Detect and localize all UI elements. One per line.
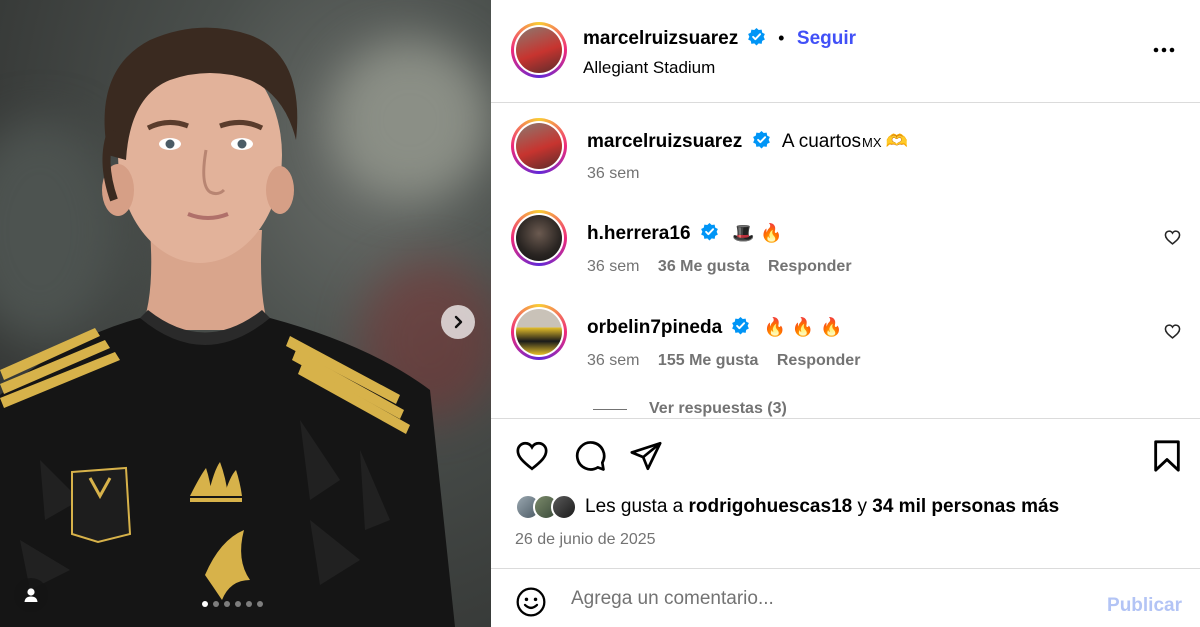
replies-divider-line: [593, 408, 627, 410]
comment-avatar[interactable]: [511, 304, 567, 360]
carousel-dot: [257, 601, 263, 607]
caption-text: A cuartos: [781, 131, 862, 152]
verified-badge-icon: [752, 130, 770, 149]
comment-likes[interactable]: 155 Me gusta: [658, 352, 758, 369]
post-date[interactable]: 26 de junio de 2025: [515, 531, 656, 549]
author-username[interactable]: marcelruizsuarez: [583, 28, 738, 49]
liker-avatar: [551, 494, 577, 520]
separator-dot: •: [778, 28, 785, 48]
heart-hands-emoji: 🫶: [885, 131, 908, 152]
likes-prefix: Les gusta a: [585, 496, 684, 517]
comment-likes[interactable]: 36 Me gusta: [658, 258, 750, 275]
post-location[interactable]: Allegiant Stadium: [583, 58, 715, 78]
comment-username[interactable]: h.herrera16: [587, 223, 691, 244]
emoji-smiley-icon[interactable]: [515, 586, 547, 618]
likes-others[interactable]: 34 mil personas más: [872, 496, 1059, 518]
carousel-dot: [246, 601, 252, 607]
caption-time[interactable]: 36 sem: [587, 165, 639, 182]
player-illustration: [0, 27, 455, 627]
carousel-dot: [213, 601, 219, 607]
caption-username[interactable]: marcelruizsuarez: [587, 131, 742, 152]
comment-username[interactable]: orbelin7pineda: [587, 317, 722, 338]
bookmark-icon[interactable]: [1151, 439, 1183, 473]
caption-meta: 36 sem: [587, 165, 639, 183]
reply-button[interactable]: Responder: [777, 352, 861, 369]
heart-icon[interactable]: [1164, 229, 1181, 246]
comment-emojis: 🎩 🔥: [732, 223, 783, 244]
post-details-panel: marcelruizsuarez • Seguir Allegiant Stad…: [491, 0, 1200, 627]
carousel-dot: [235, 601, 241, 607]
comment-text-line: orbelin7pineda 🔥 🔥 🔥: [587, 316, 842, 339]
reply-button[interactable]: Responder: [768, 258, 852, 275]
liker-username[interactable]: rodrigohuescas18: [689, 496, 853, 518]
author-avatar[interactable]: [511, 22, 567, 78]
author-row: marcelruizsuarez • Seguir: [583, 27, 856, 50]
comment-bubble-icon[interactable]: [573, 439, 607, 473]
comment-meta: 36 sem 36 Me gusta Responder: [587, 258, 852, 276]
post-header: marcelruizsuarez • Seguir Allegiant Stad…: [491, 0, 1200, 103]
share-paper-plane-icon[interactable]: [629, 439, 663, 473]
user-tag-icon: [24, 588, 38, 602]
caption-text-line: marcelruizsuarez A cuartosMX 🫶: [587, 130, 908, 153]
tagged-users-button[interactable]: [14, 578, 48, 612]
view-replies-label: Ver respuestas (3): [649, 400, 787, 417]
heart-icon[interactable]: [1164, 323, 1181, 340]
comment-avatar[interactable]: [511, 210, 567, 266]
caption-item: marcelruizsuarez A cuartosMX 🫶 36 sem: [511, 118, 1181, 198]
comment-time[interactable]: 36 sem: [587, 258, 639, 275]
mexico-flag-label: MX: [862, 135, 882, 150]
comment-emojis: 🔥 🔥 🔥: [763, 317, 843, 338]
comment-meta: 36 sem 155 Me gusta Responder: [587, 352, 860, 370]
post-actions: Les gusta a rodrigohuescas18 y 34 mil pe…: [491, 418, 1200, 568]
likes-summary[interactable]: Les gusta a rodrigohuescas18 y 34 mil pe…: [515, 494, 1059, 520]
comment-item: h.herrera16 🎩 🔥 36 sem 36 Me gusta Respo…: [511, 210, 1181, 290]
likes-joiner: y: [857, 496, 867, 517]
comment-input[interactable]: [571, 581, 1091, 617]
more-options-icon[interactable]: [1152, 38, 1176, 62]
carousel-indicator: [202, 601, 263, 607]
comment-text-line: h.herrera16 🎩 🔥: [587, 222, 783, 245]
caption-avatar[interactable]: [511, 118, 567, 174]
verified-badge-icon: [732, 316, 750, 335]
likers-avatars: [515, 494, 577, 520]
comments-list[interactable]: marcelruizsuarez A cuartosMX 🫶 36 sem h.h…: [491, 104, 1200, 418]
post-photo[interactable]: [0, 0, 491, 627]
carousel-next-button[interactable]: [441, 305, 475, 339]
comment-item: orbelin7pineda 🔥 🔥 🔥 36 sem 155 Me gusta…: [511, 304, 1181, 384]
heart-icon[interactable]: [515, 439, 549, 473]
comment-time[interactable]: 36 sem: [587, 352, 639, 369]
comment-composer: Publicar: [491, 568, 1200, 627]
chevron-right-icon: [454, 315, 463, 329]
carousel-dot: [202, 601, 208, 607]
verified-badge-icon: [747, 27, 765, 46]
view-replies-button[interactable]: Ver respuestas (3): [593, 400, 787, 418]
carousel-dot: [224, 601, 230, 607]
follow-button[interactable]: Seguir: [797, 28, 856, 49]
verified-badge-icon: [700, 222, 718, 241]
publish-button[interactable]: Publicar: [1107, 595, 1182, 617]
